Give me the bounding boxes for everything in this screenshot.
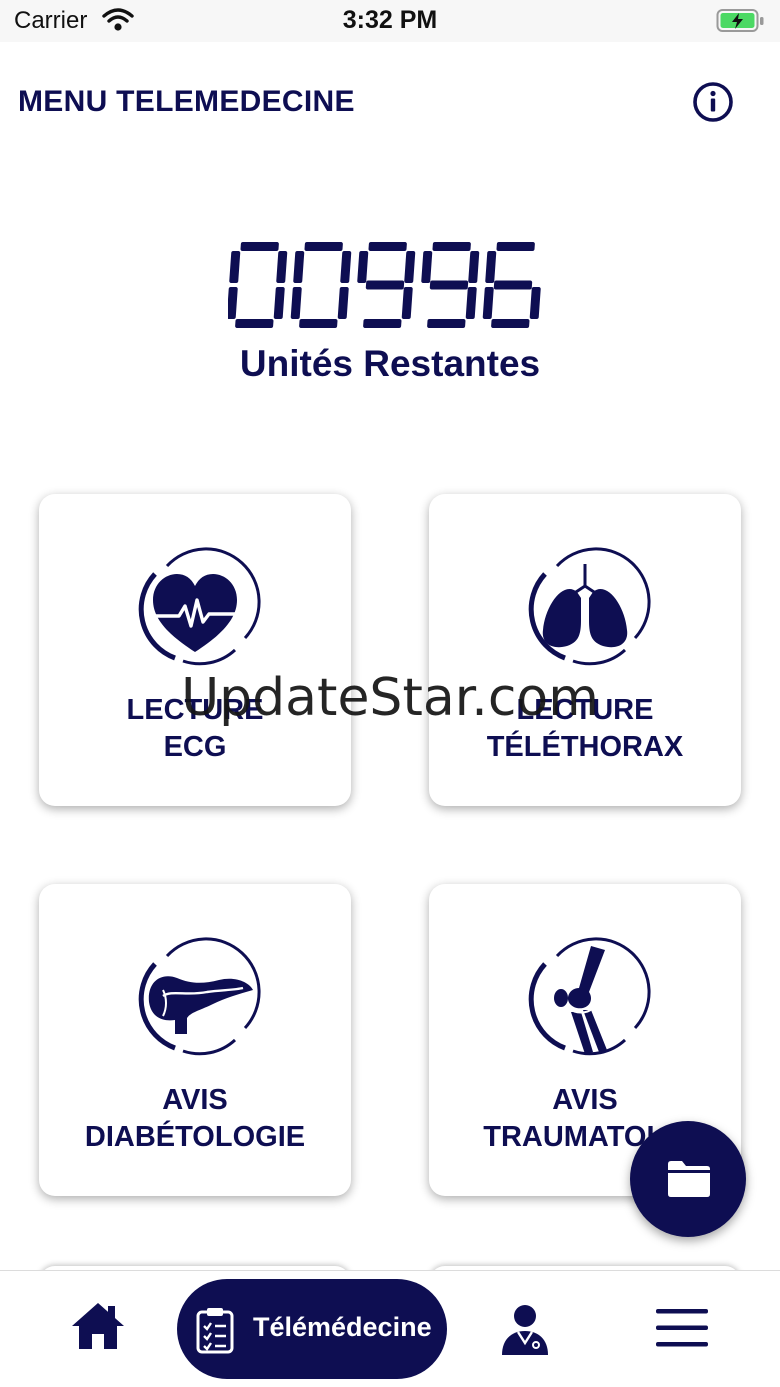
digit-segment: [299, 319, 338, 328]
digit-segment: [290, 287, 302, 319]
digit-segment: [429, 280, 469, 290]
counter-digit: [421, 242, 480, 328]
digit-segment: [468, 251, 480, 283]
folder-icon: [668, 1161, 710, 1197]
home-icon[interactable]: [70, 1301, 126, 1351]
digit-segment: [228, 287, 238, 319]
digit-segment: [229, 251, 241, 283]
digit-segment: [357, 251, 369, 283]
counter-digit: [228, 242, 288, 328]
counter-digit: [482, 242, 541, 328]
lungs-icon: [528, 547, 651, 666]
digit-segment: [273, 287, 285, 319]
watermark-overlay: UpdateStar.com: [181, 668, 599, 728]
units-remaining-label: Unités Restantes: [239, 343, 541, 384]
digit-segment: [427, 319, 466, 328]
digit-segment: [421, 251, 433, 283]
digit-segment: [293, 251, 305, 283]
heart-ecg-icon: [138, 547, 261, 666]
card-label: AVIS DIABÉTOLOGIE: [84, 1084, 306, 1153]
card-lecture-ecg[interactable]: LECTURE ECG: [39, 494, 351, 806]
digit-segment: [340, 251, 352, 283]
digit-segment: [432, 242, 471, 251]
hamburger-icon[interactable]: [656, 1309, 708, 1347]
page-title: MENU TELEMEDECINE: [18, 85, 355, 118]
digit-segment: [240, 242, 279, 251]
status-bar: Carrier 3:32 PM: [0, 0, 780, 42]
clipboard-icon: [196, 1308, 234, 1354]
digit-segment: [482, 287, 494, 319]
digit-segment: [465, 287, 477, 319]
digit-segment: [404, 251, 416, 283]
digit-segment: [276, 251, 288, 283]
counter-digit: [357, 242, 416, 328]
doctor-icon[interactable]: [498, 1301, 552, 1355]
counter-digit: [290, 242, 352, 328]
knee-joint-icon: [528, 937, 651, 1056]
digit-segment: [496, 242, 535, 251]
bottom-navigation: Télémédecine: [0, 1270, 780, 1387]
digit-segment: [529, 287, 541, 319]
digit-segment: [485, 251, 497, 283]
nav-tab-telemedecine[interactable]: Télémédecine: [177, 1279, 447, 1379]
digit-segment: [368, 242, 407, 251]
digit-segment: [401, 287, 413, 319]
units-counter-display: [228, 242, 541, 328]
card-lecture-telethorax[interactable]: LECTURE TÉLÉTHORAX: [429, 494, 741, 806]
digit-segment: [304, 242, 343, 251]
digit-segment: [365, 280, 405, 290]
card-avis-diabetologie[interactable]: AVIS DIABÉTOLOGIE: [39, 884, 351, 1196]
nav-tab-label: Télémédecine: [253, 1312, 432, 1342]
battery-icon: [716, 9, 764, 32]
digit-segment: [493, 280, 533, 290]
digit-segment: [363, 319, 402, 328]
pancreas-icon: [138, 937, 261, 1056]
digit-segment: [491, 319, 530, 328]
digit-segment: [235, 319, 274, 328]
info-icon[interactable]: [692, 81, 734, 123]
digit-segment: [337, 287, 349, 319]
folder-fab-button[interactable]: [630, 1121, 746, 1237]
status-time: 3:32 PM: [342, 6, 438, 34]
